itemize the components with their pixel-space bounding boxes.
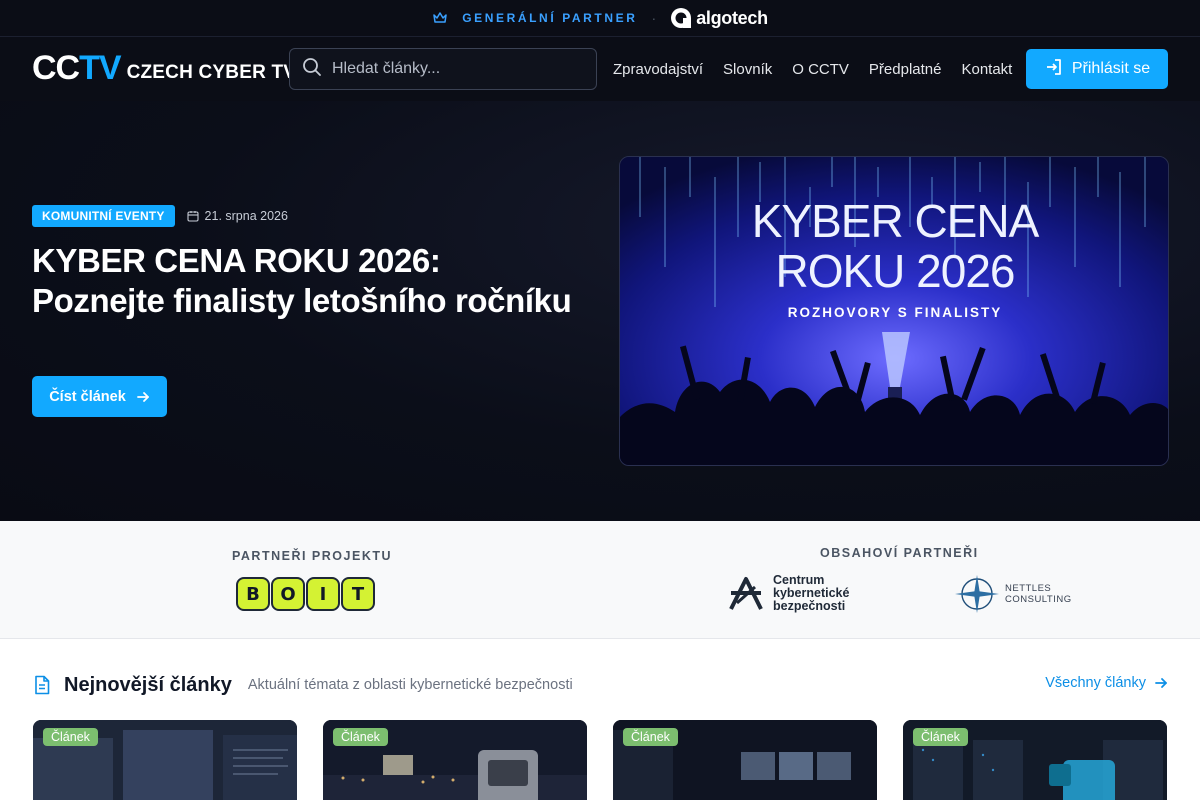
login-label: Přihlásit se — [1071, 60, 1151, 77]
general-partner-bar: GENERÁLNÍ PARTNER · algotech — [0, 0, 1200, 37]
nav-link-contact[interactable]: Kontakt — [961, 61, 1012, 78]
nettles-line: CONSULTING — [1005, 594, 1072, 605]
separator: · — [651, 10, 657, 26]
boit-logo[interactable]: B O I T — [236, 577, 376, 611]
nettles-line: NETTLES — [1005, 583, 1052, 594]
arrow-right-icon — [1155, 678, 1167, 688]
ckb-line: Centrum — [773, 572, 825, 587]
project-partners-label: PARTNEŘI PROJEKTU — [232, 549, 393, 563]
hero-section: KOMUNITNÍ EVENTY 21. srpna 2026 KYBER CE… — [0, 101, 1200, 521]
article-type-badge: Článek — [43, 728, 98, 746]
image-line-1: KYBER CENA — [752, 195, 1040, 247]
category-badge[interactable]: KOMUNITNÍ EVENTY — [32, 205, 175, 227]
logo-cc: CC — [32, 49, 80, 87]
crown-icon — [432, 10, 448, 26]
hero-meta: KOMUNITNÍ EVENTY 21. srpna 2026 — [32, 205, 288, 227]
image-line-2: ROKU 2026 — [775, 245, 1014, 297]
ckb-mark-icon — [729, 577, 763, 610]
boit-letter: O — [271, 577, 305, 611]
read-article-label: Číst článek — [49, 388, 126, 405]
article-type-badge: Článek — [623, 728, 678, 746]
all-articles-link[interactable]: Všechny články — [1045, 675, 1168, 691]
nettles-compass-icon — [955, 575, 999, 613]
article-card[interactable]: Článek — [323, 720, 587, 800]
hero-image[interactable]: KYBER CENA ROKU 2026 ROZHOVORY S FINALIS… — [619, 156, 1169, 466]
search-box[interactable] — [289, 48, 597, 90]
calendar-icon — [186, 211, 199, 222]
search-icon — [302, 57, 322, 82]
ckb-line: kybernetické — [773, 585, 850, 600]
search-input[interactable] — [332, 60, 582, 78]
hero-title[interactable]: KYBER CENA ROKU 2026: Poznejte finalisty… — [32, 241, 572, 321]
article-type-badge: Článek — [913, 728, 968, 746]
boit-letter: T — [341, 577, 375, 611]
login-icon — [1044, 57, 1064, 82]
algotech-mark-icon — [671, 8, 692, 28]
nettles-logo[interactable]: NETTLES CONSULTING — [953, 573, 1072, 615]
article-card[interactable]: Článek — [33, 720, 297, 800]
latest-articles-title: Nejnovější články — [64, 673, 232, 696]
nav-links: Zpravodajství Slovník O CCTV Předplatné … — [613, 37, 1012, 101]
boit-letter: I — [306, 577, 340, 611]
nav-link-news[interactable]: Zpravodajství — [613, 61, 703, 78]
algotech-name: algotech — [696, 7, 768, 28]
article-date: 21. srpna 2026 — [186, 209, 288, 223]
arrow-right-icon — [136, 391, 149, 402]
date-text: 21. srpna 2026 — [204, 209, 288, 223]
main-navigation: CCTV CZECH CYBER TV Zpravodajství Slovní… — [0, 37, 1200, 101]
general-partner-label: GENERÁLNÍ PARTNER — [462, 11, 638, 25]
document-icon — [35, 675, 50, 695]
login-button[interactable]: Přihlásit se — [1026, 49, 1168, 89]
article-card[interactable]: Článek — [613, 720, 877, 800]
logo-tv: TV — [79, 49, 121, 87]
nav-link-about[interactable]: O CCTV — [792, 61, 849, 78]
article-type-badge: Článek — [333, 728, 388, 746]
latest-articles-header: Nejnovější články Aktuální témata z obla… — [32, 672, 1168, 698]
nav-link-subscription[interactable]: Předplatné — [869, 61, 942, 78]
image-line-3: ROZHOVORY S FINALISTY — [788, 305, 1003, 320]
site-logo[interactable]: CC TV CZECH CYBER TV — [32, 49, 297, 87]
algotech-logo[interactable]: algotech — [670, 7, 768, 29]
latest-articles-subtitle: Aktuální témata z oblasti kybernetické b… — [247, 677, 573, 693]
ckb-logo[interactable]: Centrum kybernetické bezpečnosti — [727, 573, 849, 613]
nav-link-glossary[interactable]: Slovník — [723, 61, 772, 78]
read-article-button[interactable]: Číst článek — [32, 376, 167, 417]
article-card[interactable]: Článek — [903, 720, 1167, 800]
content-partners-label: OBSAHOVÍ PARTNEŘI — [820, 546, 979, 560]
all-articles-label: Všechny články — [1045, 675, 1146, 691]
ckb-line: bezpečnosti — [773, 598, 846, 613]
boit-letter: B — [236, 577, 270, 611]
partners-section: PARTNEŘI PROJEKTU B O I T OBSAHOVÍ PARTN… — [0, 521, 1200, 639]
logo-name: CZECH CYBER TV — [126, 62, 297, 83]
